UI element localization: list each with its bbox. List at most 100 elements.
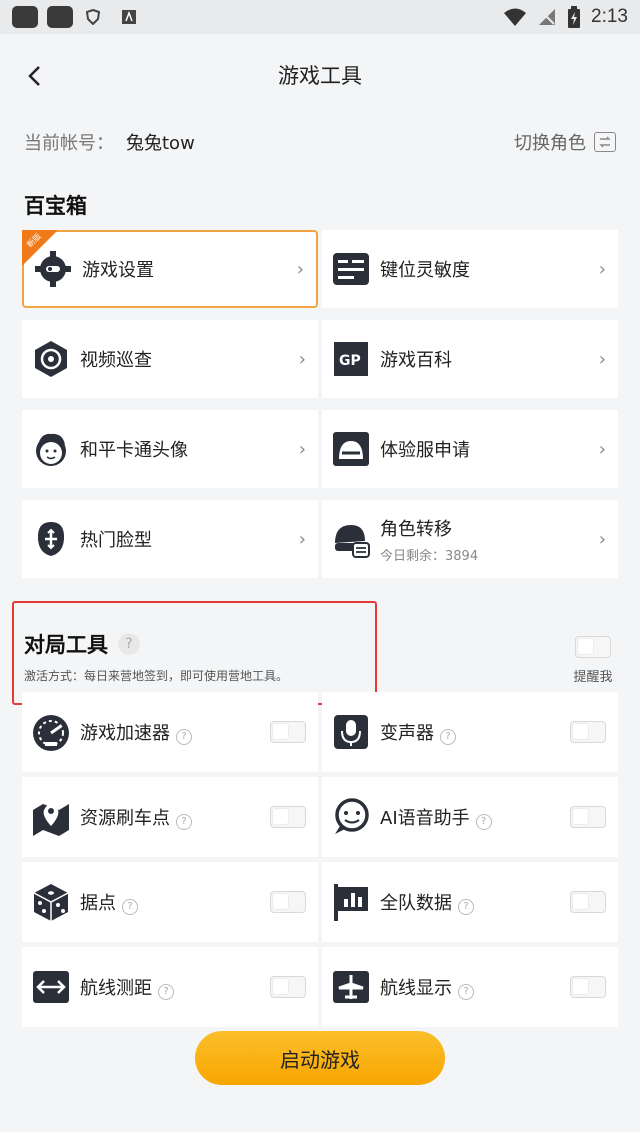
launch-game-button[interactable]: 启动游戏 — [195, 1031, 445, 1085]
tool-label: 游戏百科 — [380, 350, 452, 371]
dice-icon — [30, 881, 72, 923]
switch-role-label: 切换角色 — [514, 133, 586, 154]
battle-tools-grid: 游戏加速器? 变声器? 资源刷车点? AI语音助手? 据点? 全队数据? 航线测… — [22, 692, 618, 1027]
tool-card-cartoon-avatar[interactable]: 和平卡通头像 › — [22, 410, 318, 488]
helmet-card-icon — [330, 428, 372, 470]
tool-card-key-sensitivity[interactable]: 键位灵敏度 › — [322, 230, 618, 308]
chat-bot-icon — [330, 796, 372, 838]
svg-text:GP: GP — [339, 353, 361, 369]
tool-card-game-wiki[interactable]: GP 游戏百科 › — [322, 320, 618, 398]
tool-label: 全队数据? — [380, 889, 570, 915]
cartoon-face-icon — [30, 428, 72, 470]
tool-label: 游戏加速器? — [80, 719, 270, 745]
chevron-right-icon: › — [298, 528, 306, 550]
keyboard-icon — [330, 248, 372, 290]
tool-toggle[interactable] — [270, 891, 306, 913]
tool-toggle[interactable] — [270, 721, 306, 743]
tool-toggle-route-display: 航线显示? — [322, 947, 618, 1027]
battle-tools-title-text: 对局工具 — [24, 633, 108, 657]
tool-label-text: 变声器 — [380, 723, 434, 744]
help-icon[interactable]: ? — [176, 813, 192, 830]
face-shape-icon — [30, 518, 72, 560]
help-icon[interactable]: ? — [176, 728, 192, 745]
battle-tools-header: 对局工具 ? 激活方式：每日来营地签到，即可使用营地工具。 — [12, 601, 377, 705]
tool-toggle[interactable] — [570, 891, 606, 913]
tool-label-text: 航线显示 — [380, 978, 452, 999]
help-icon[interactable]: ? — [122, 898, 138, 915]
help-icon[interactable]: ? — [458, 898, 474, 915]
tool-label: 键位灵敏度 — [380, 260, 470, 281]
tool-label: 视频巡查 — [80, 350, 152, 371]
tool-label: 据点? — [80, 889, 270, 915]
chevron-right-icon: › — [598, 258, 606, 280]
no-signal-icon — [539, 9, 556, 25]
tool-toggle[interactable] — [570, 721, 606, 743]
remind-me-toggle[interactable] — [575, 636, 611, 658]
tool-label: 航线测距? — [80, 974, 270, 1000]
tool-toggle-game-accelerator: 游戏加速器? — [22, 692, 318, 772]
app-notification-icon — [12, 6, 38, 28]
tool-label-text: 资源刷车点 — [80, 808, 170, 829]
header: 游戏工具 — [0, 34, 640, 114]
battery-icon — [568, 6, 581, 28]
tool-toggle[interactable] — [270, 976, 306, 998]
treasure-grid: 新版 游戏设置 › 键位灵敏度 › 视频巡查 › GP 游戏百科 › 和平卡通头… — [22, 230, 618, 578]
tool-toggle-voice-changer: 变声器? — [322, 692, 618, 772]
remind-me-label: 提醒我 — [573, 670, 613, 685]
wifi-icon — [504, 8, 527, 26]
help-icon[interactable]: ? — [440, 728, 456, 745]
arrows-icon — [30, 966, 72, 1008]
status-bar: 2:13 — [0, 0, 640, 34]
tool-toggle-ai-voice-assistant: AI语音助手? — [322, 777, 618, 857]
account-row: 当前帐号： 兔兔tow 切换角色 — [0, 120, 640, 164]
tool-card-video-patrol[interactable]: 视频巡查 › — [22, 320, 318, 398]
tool-label-text: AI语音助手 — [380, 808, 470, 829]
chevron-right-icon: › — [598, 528, 606, 550]
tool-toggle[interactable] — [270, 806, 306, 828]
tool-label: 热门脸型 — [80, 530, 152, 551]
tool-label: 变声器? — [380, 719, 570, 745]
flag-chart-icon — [330, 881, 372, 923]
tool-toggle-route-distance: 航线测距? — [22, 947, 318, 1027]
tool-sublabel: 今日剩余：3894 — [380, 548, 479, 564]
tool-label: AI语音助手? — [380, 804, 570, 830]
help-icon[interactable]: ? — [158, 983, 174, 1000]
swap-icon — [594, 132, 616, 152]
tool-label-text: 据点 — [80, 893, 116, 914]
map-pin-icon — [30, 796, 72, 838]
app-badge-icon — [118, 9, 140, 25]
chevron-right-icon: › — [296, 258, 304, 280]
account-label: 当前帐号： — [24, 133, 114, 154]
plane-icon — [330, 966, 372, 1008]
switch-role-button[interactable]: 切换角色 — [514, 129, 616, 155]
help-icon[interactable]: ? — [475, 813, 492, 830]
tool-label: 航线显示? — [380, 974, 570, 1000]
tool-label: 资源刷车点? — [80, 804, 270, 830]
tool-label: 游戏设置 — [82, 260, 154, 281]
chevron-right-icon: › — [598, 348, 606, 370]
page-title: 游戏工具 — [278, 64, 362, 88]
help-icon[interactable]: ? — [118, 633, 140, 655]
tool-label-text: 航线测距 — [80, 978, 152, 999]
battle-tools-title: 对局工具 ? — [24, 629, 140, 659]
tool-card-character-transfer[interactable]: 角色转移 今日剩余：3894 › — [322, 500, 618, 578]
clock: 2:13 — [591, 6, 628, 27]
battle-tools-description: 激活方式：每日来营地签到，即可使用营地工具。 — [24, 669, 289, 683]
tool-card-game-settings[interactable]: 新版 游戏设置 › — [22, 230, 318, 308]
tool-label: 体验服申请 — [380, 440, 470, 461]
microphone-icon — [330, 711, 372, 753]
chevron-right-icon: › — [598, 438, 606, 460]
treasure-section-title: 百宝箱 — [24, 194, 87, 218]
tool-toggle[interactable] — [570, 976, 606, 998]
shield-icon — [82, 9, 104, 25]
tool-card-popular-faces[interactable]: 热门脸型 › — [22, 500, 318, 578]
tool-toggle[interactable] — [570, 806, 606, 828]
tool-card-test-server[interactable]: 体验服申请 › — [322, 410, 618, 488]
target-icon — [30, 338, 72, 380]
tool-label-text: 游戏加速器 — [80, 723, 170, 744]
tool-toggle-team-data: 全队数据? — [322, 862, 618, 942]
tool-label-text: 全队数据 — [380, 893, 452, 914]
chevron-right-icon: › — [298, 438, 306, 460]
help-icon[interactable]: ? — [458, 983, 474, 1000]
chevron-right-icon: › — [298, 348, 306, 370]
